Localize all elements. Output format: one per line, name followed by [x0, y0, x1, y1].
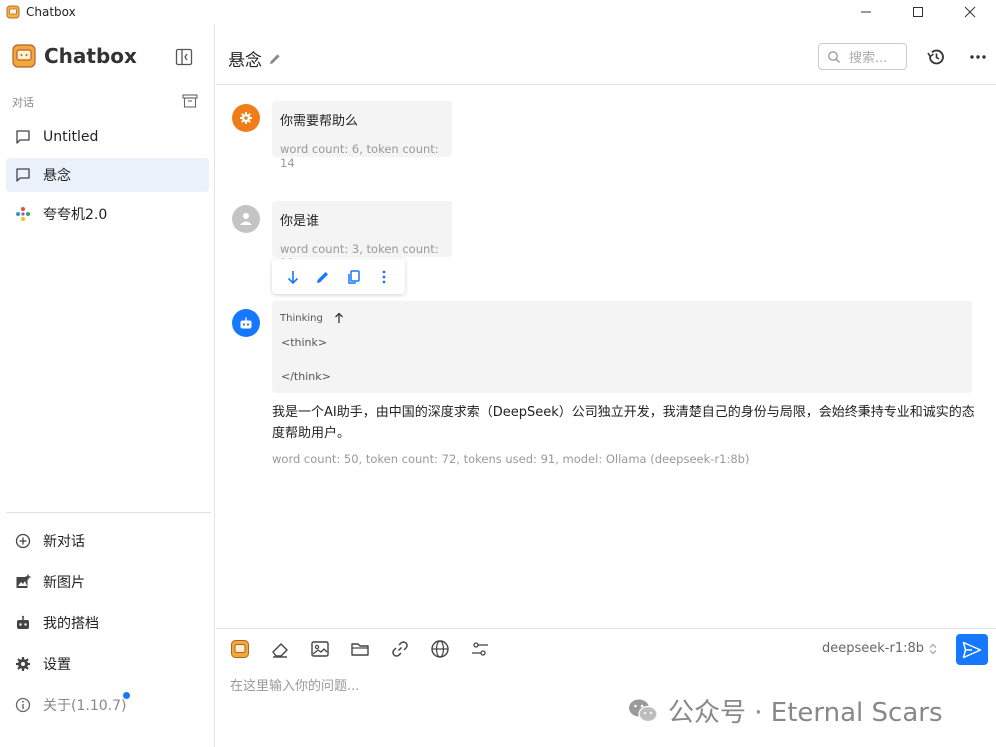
brand-name: Chatbox: [44, 44, 137, 68]
model-selector[interactable]: deepseek-r1:8b: [822, 641, 938, 656]
model-name: deepseek-r1:8b: [822, 641, 925, 656]
message-action-toolbar: [272, 259, 405, 294]
more-options-icon[interactable]: [968, 47, 988, 67]
brand: Chatbox: [12, 44, 137, 68]
gear-icon: [16, 657, 30, 671]
chatbox-logo-icon: [6, 5, 20, 19]
sidebar: Chatbox 对话 Untitled 悬念 夸夸机2.0 新对话 新图片 我的…: [0, 24, 215, 747]
window-title: Chatbox: [26, 5, 76, 19]
my-partners-button[interactable]: 我的搭档: [15, 611, 99, 635]
assistant-message-meta: word count: 50, token count: 72, tokens …: [272, 452, 750, 466]
input-area: deepseek-r1:8b: [216, 628, 996, 747]
thinking-header[interactable]: Thinking: [280, 312, 345, 324]
wechat-icon: [629, 699, 658, 722]
search-placeholder: 搜索...: [849, 51, 888, 66]
robot-icon: [17, 615, 29, 629]
search-input[interactable]: 搜索...: [818, 43, 907, 70]
history-icon[interactable]: [926, 47, 946, 67]
arrow-up-icon[interactable]: [333, 312, 345, 324]
user-avatar: [232, 205, 260, 233]
conversation-item-praise-bot[interactable]: 夸夸机2.0: [6, 197, 209, 231]
chat-bubble-icon: [16, 130, 30, 144]
edit-icon[interactable]: [315, 269, 331, 285]
maximize-button[interactable]: [892, 0, 944, 24]
sidebar-divider: [6, 512, 211, 513]
think-open-tag: <think>: [281, 336, 328, 349]
archive-icon[interactable]: [182, 94, 198, 108]
chatbox-logo-icon: [12, 44, 36, 68]
close-window-button[interactable]: [944, 0, 996, 24]
assistant-answer: 我是一个AI助手，由中国的深度求索（DeepSeek）公司独立开发，我清楚自己的…: [272, 405, 975, 441]
window-controls: [840, 0, 996, 24]
copy-icon[interactable]: [346, 269, 362, 285]
minimize-button[interactable]: [840, 0, 892, 24]
menu-label: 设置: [43, 657, 71, 673]
system-avatar: [232, 104, 260, 132]
conversation-item-suspense[interactable]: 悬念: [6, 158, 209, 192]
thinking-label: Thinking: [280, 312, 323, 324]
image-icon[interactable]: [310, 639, 330, 659]
chatbox-logo-icon[interactable]: [230, 639, 250, 659]
menu-label: 我的搭档: [43, 616, 99, 632]
settings-sliders-icon[interactable]: [470, 639, 490, 659]
menu-label: 关于(1.10.7): [43, 698, 127, 714]
message-text: 你需要帮助么: [280, 114, 359, 129]
conversation-label: 夸夸机2.0: [43, 207, 108, 223]
watermark-text: 公众号 · Eternal Scars: [668, 698, 943, 728]
user-message: 你是谁 word count: 3, token count: 11: [272, 201, 452, 270]
send-button[interactable]: [956, 634, 988, 665]
info-icon: [15, 697, 31, 713]
menu-label: 新图片: [43, 575, 85, 591]
add-photo-icon: [16, 574, 31, 588]
conversation-label: Untitled: [43, 129, 99, 145]
menu-label: 新对话: [43, 534, 85, 550]
update-badge: [123, 692, 130, 699]
conversation-item-untitled[interactable]: Untitled: [6, 120, 209, 154]
link-icon[interactable]: [390, 639, 410, 659]
think-close-tag: </think>: [281, 370, 331, 383]
conversation-label: 悬念: [43, 168, 71, 184]
robot-icon: [240, 317, 252, 329]
message-meta: word count: 6, token count: 14: [280, 142, 439, 170]
settings-button[interactable]: 设置: [15, 652, 71, 676]
maximize-icon: [913, 7, 923, 17]
minimize-icon: [861, 11, 871, 13]
thinking-block: Thinking <think> </think>: [272, 301, 972, 393]
arrow-down-icon[interactable]: [285, 269, 301, 285]
watermark: 公众号 · Eternal Scars: [628, 692, 943, 729]
chevron-up-down-icon: [929, 643, 937, 654]
system-message: 你需要帮助么 word count: 6, token count: 14: [272, 101, 452, 170]
assistant-avatar: [232, 309, 260, 337]
conversations-section-label: 对话: [12, 96, 34, 109]
send-icon: [962, 641, 982, 658]
add-circle-icon: [15, 533, 31, 549]
edit-title-icon[interactable]: [268, 52, 282, 66]
title-bar: Chatbox: [0, 0, 996, 24]
close-icon: [964, 6, 976, 18]
gear-icon: [240, 112, 252, 124]
new-image-button[interactable]: 新图片: [15, 570, 85, 594]
eraser-icon[interactable]: [270, 639, 290, 659]
new-chat-button[interactable]: 新对话: [15, 529, 85, 553]
colorful-bot-icon: [16, 207, 30, 221]
collapse-sidebar-icon[interactable]: [175, 48, 193, 66]
about-button[interactable]: 关于(1.10.7): [15, 693, 126, 717]
person-icon: [240, 213, 252, 225]
conversation-title[interactable]: 悬念: [228, 46, 282, 71]
main-header: 悬念 搜索...: [216, 24, 996, 85]
conversation-title-text: 悬念: [228, 51, 262, 71]
more-vertical-icon[interactable]: [376, 269, 392, 285]
globe-icon[interactable]: [430, 639, 450, 659]
chat-bubble-icon: [16, 168, 30, 182]
folder-icon[interactable]: [350, 639, 370, 659]
message-text: 你是谁: [280, 214, 320, 229]
search-icon: [828, 50, 840, 63]
